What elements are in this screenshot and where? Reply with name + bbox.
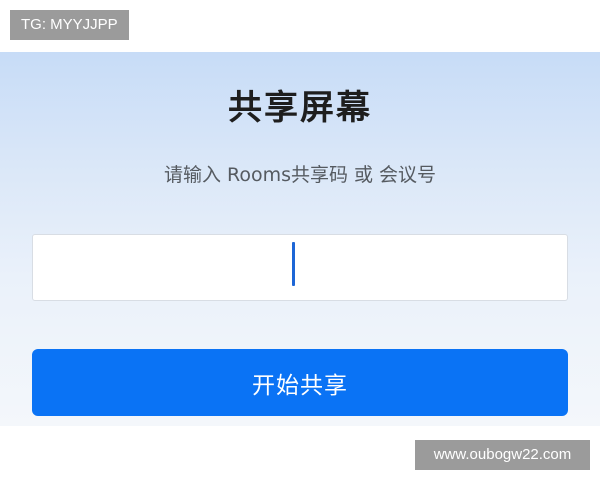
instruction-text: 请输入 Rooms共享码 或 会议号 [163, 164, 437, 186]
start-share-button[interactable]: 开始共享 [32, 349, 568, 416]
page-title: 共享屏幕 [228, 88, 372, 128]
text-caret [292, 242, 295, 286]
share-code-input[interactable] [32, 234, 568, 301]
watermark-bottom-right: www.oubogw22.com [415, 440, 590, 470]
watermark-top-left: TG: MYYJJPP [10, 10, 129, 40]
page: TG: MYYJJPP 共享屏幕 请输入 Rooms共享码 或 会议号 开始共享… [0, 0, 600, 480]
